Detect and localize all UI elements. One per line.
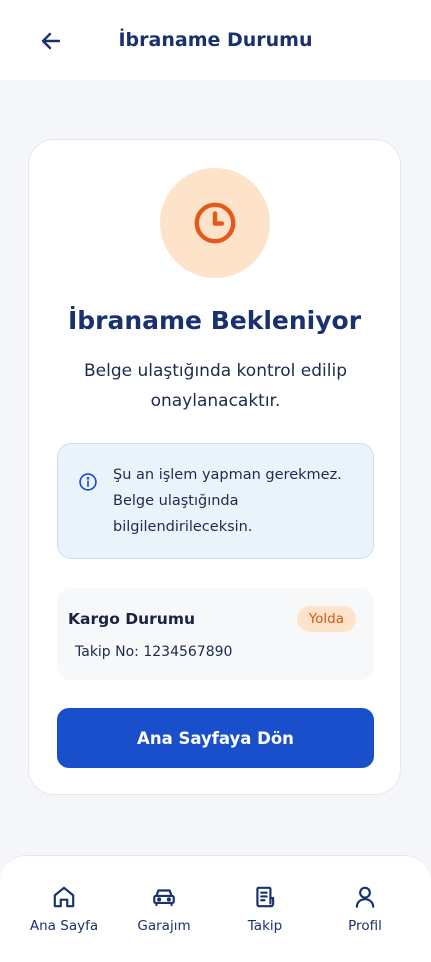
home-button[interactable]: Ana Sayfaya Dön xyxy=(57,708,374,768)
cargo-title: Kargo Durumu xyxy=(68,610,196,628)
cargo-status-box: Kargo Durumu Yolda Takip No: 1234567890 xyxy=(57,588,374,680)
home-icon xyxy=(53,886,75,908)
nav-item-tracking[interactable]: Takip xyxy=(215,884,315,944)
info-text: Şu an işlem yapman gerekmez. Belge ulaşt… xyxy=(113,467,342,535)
nav-item-garage[interactable]: Garajım xyxy=(114,884,214,944)
clock-icon xyxy=(194,202,236,244)
status-title: İbraname Bekleniyor xyxy=(67,306,362,335)
back-button[interactable] xyxy=(36,26,66,56)
page-title: İbraname Durumu xyxy=(118,29,313,51)
nav-label-home: Ana Sayfa xyxy=(29,918,99,934)
app-header: İbraname Durumu xyxy=(0,0,431,80)
car-icon xyxy=(153,889,175,907)
status-card: İbraname Bekleniyor Belge ulaştığında ko… xyxy=(28,139,401,795)
nav-item-home[interactable]: Ana Sayfa xyxy=(14,884,114,944)
info-box: Şu an işlem yapman gerekmez. Belge ulaşt… xyxy=(57,443,374,559)
arrow-left-icon xyxy=(41,32,61,50)
user-icon xyxy=(355,886,375,908)
status-badge: Yolda xyxy=(296,606,356,632)
clock-badge xyxy=(160,168,270,278)
tracking-number: Takip No: 1234567890 xyxy=(75,644,233,660)
bottom-nav: Ana Sayfa Garajım Takip Profil xyxy=(0,855,431,962)
info-icon xyxy=(79,473,97,491)
status-subtitle: Belge ulaştığında kontrol edilip onaylan… xyxy=(84,361,347,411)
nav-label-garage: Garajım xyxy=(137,918,191,934)
document-icon xyxy=(256,886,275,908)
nav-item-profile[interactable]: Profil xyxy=(315,884,415,944)
nav-label-tracking: Takip xyxy=(247,918,283,934)
nav-label-profile: Profil xyxy=(348,918,382,934)
